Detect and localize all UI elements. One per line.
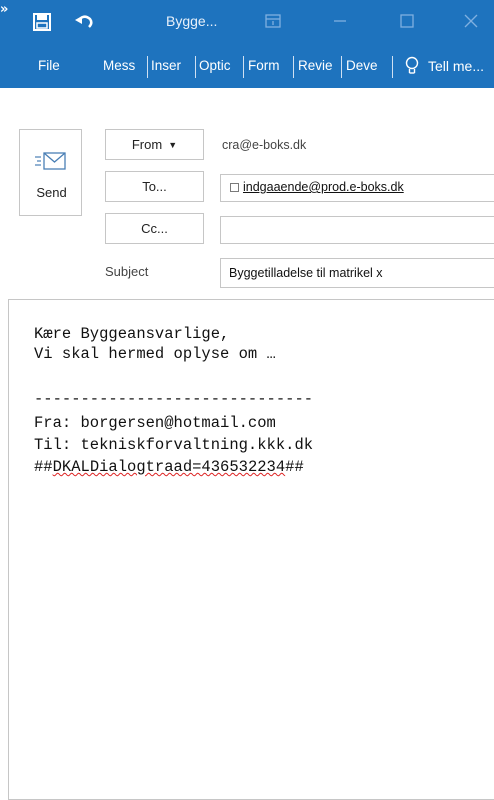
tell-me-search[interactable]: Tell me... xyxy=(428,44,484,88)
compose-header: Send From ▼ cra@e-boks.dk To... indgaaend… xyxy=(0,88,494,300)
tab-options[interactable]: Optic xyxy=(199,44,241,88)
body-to-line: Til: tekniskforvaltning.kkk.dk xyxy=(34,436,314,454)
body-dialog-tag: ##DKALDialogtraad=436532234## xyxy=(34,458,304,476)
send-button[interactable]: Send xyxy=(19,129,82,216)
subject-value: Byggetilladelse til matrikel x xyxy=(229,266,383,280)
subject-field[interactable]: Byggetilladelse til matrikel x xyxy=(220,258,494,288)
tag-spellcheck-text: DKALDialogtraad=436532234 xyxy=(52,458,286,476)
tab-divider xyxy=(293,56,294,78)
cc-button[interactable]: Cc... xyxy=(105,213,204,244)
title-bar: » Bygge... xyxy=(0,0,494,44)
maximize-icon[interactable] xyxy=(396,10,418,32)
cc-label: Cc... xyxy=(141,221,168,236)
minimize-icon[interactable] xyxy=(329,10,351,32)
tab-divider xyxy=(341,56,342,78)
chevron-down-icon: ▼ xyxy=(168,140,178,151)
tab-divider xyxy=(392,56,393,78)
message-body[interactable]: Kære Byggeansvarlige, Vi skal hermed opl… xyxy=(8,299,494,800)
from-label: From xyxy=(131,137,163,152)
body-separator: ------------------------------ xyxy=(34,390,314,408)
tab-divider xyxy=(195,56,196,78)
to-button[interactable]: To... xyxy=(105,171,204,202)
to-field[interactable]: indgaaende@prod.e-boks.dk xyxy=(220,174,494,202)
subject-label: Subject xyxy=(105,264,149,279)
from-address: cra@e-boks.dk xyxy=(222,138,307,152)
body-from-line: Fra: borgersen@hotmail.com xyxy=(34,414,276,432)
send-label: Send xyxy=(36,185,67,200)
tab-divider xyxy=(243,56,244,78)
tab-review[interactable]: Revie xyxy=(298,44,338,88)
tag-suffix: ## xyxy=(285,458,304,476)
tag-prefix: ## xyxy=(34,458,53,476)
undo-icon[interactable] xyxy=(74,12,94,32)
lightbulb-icon[interactable] xyxy=(404,56,420,76)
body-intro: Vi skal hermed oplyse om … xyxy=(34,345,276,363)
tab-file[interactable]: File xyxy=(38,44,60,88)
cc-field[interactable] xyxy=(220,216,494,244)
save-icon[interactable] xyxy=(32,12,52,32)
quick-access-more-icon[interactable]: » xyxy=(0,2,8,17)
close-icon[interactable] xyxy=(460,10,482,32)
window-title: Bygge... xyxy=(166,13,218,29)
to-label: To... xyxy=(142,179,167,194)
tab-developer[interactable]: Deve xyxy=(346,44,388,88)
body-greeting: Kære Byggeansvarlige, xyxy=(34,325,230,343)
tab-format[interactable]: Form xyxy=(248,44,291,88)
from-button[interactable]: From ▼ xyxy=(105,129,204,160)
to-recipient[interactable]: indgaaende@prod.e-boks.dk xyxy=(243,180,404,194)
send-icon xyxy=(35,152,66,170)
tab-insert[interactable]: Inser xyxy=(151,44,193,88)
ribbon-display-icon[interactable] xyxy=(262,10,284,32)
recipient-checkbox xyxy=(230,183,239,192)
tab-divider xyxy=(147,56,148,78)
tab-message[interactable]: Mess xyxy=(103,44,145,88)
ribbon-tabs: File Mess Inser Optic Form Revie Deve Te… xyxy=(0,44,494,88)
